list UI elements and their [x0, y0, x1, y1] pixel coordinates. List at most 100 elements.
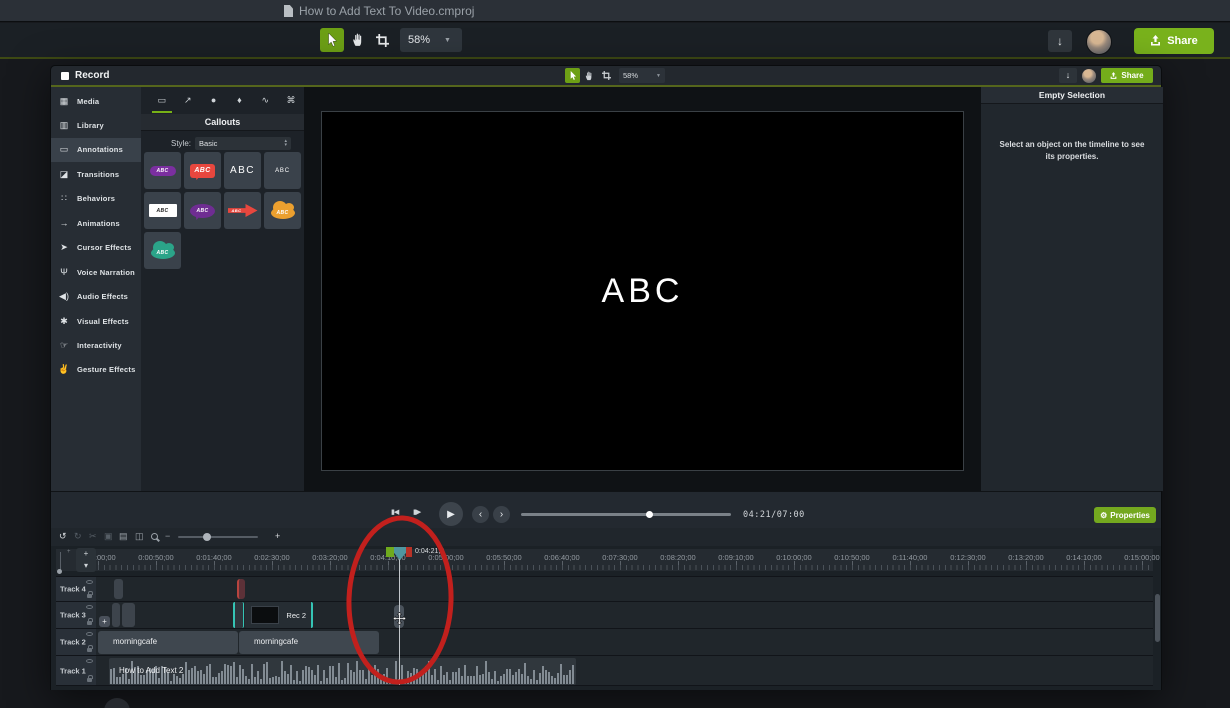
split-button[interactable]: ◫ — [135, 531, 144, 542]
inner-avatar[interactable] — [1082, 69, 1096, 83]
clip-morningcafe-1[interactable]: morningcafe — [98, 631, 238, 654]
sidebar-item-cursor-effects[interactable]: ➤Cursor Effects — [51, 236, 141, 260]
record-button[interactable]: Record — [61, 66, 109, 85]
callout-tile-cloud-orange[interactable]: ABC — [264, 192, 301, 229]
timeline: 0:00:00;000:00:50;000:01:40;000:02:30;00… — [51, 546, 1161, 690]
sidebar-item-voice-narration[interactable]: ΨVoice Narration — [51, 260, 141, 284]
avatar[interactable] — [1086, 29, 1112, 55]
callout-shape: ABC — [271, 207, 295, 219]
eye-icon[interactable] — [86, 659, 93, 663]
redo-button[interactable]: ↻ — [74, 531, 82, 542]
callout-tile-arrow-red[interactable]: ABC — [224, 192, 261, 229]
clip-small-red[interactable] — [237, 579, 245, 599]
tab-callouts[interactable]: ▭ — [149, 87, 175, 113]
style-dropdown[interactable]: Basic ▴▾ — [195, 137, 291, 150]
clip-rec2-head[interactable] — [233, 602, 244, 628]
next-clip-button[interactable]: › — [493, 506, 510, 523]
undo-button[interactable]: ↺ — [59, 531, 67, 542]
clip-add-badge[interactable]: + — [99, 616, 110, 627]
clip-morningcafe-2[interactable]: morningcafe — [239, 631, 379, 654]
canvas-text-element[interactable]: ABC — [602, 272, 684, 311]
sidebar-item-gesture-effects[interactable]: ✌Gesture Effects — [51, 358, 141, 382]
copy-button[interactable]: ▣ — [104, 531, 113, 542]
video-canvas[interactable]: ABC — [321, 111, 964, 471]
timeline-ruler[interactable]: 0:00:00;000:00:50;000:01:40;000:02:30;00… — [56, 549, 1153, 571]
lock-icon[interactable] — [87, 678, 92, 682]
sidebar-item-behaviors[interactable]: ∷Behaviors — [51, 187, 141, 211]
upload-icon — [1110, 72, 1117, 80]
sidebar-item-audio-effects[interactable]: ◀)Audio Effects — [51, 285, 141, 309]
gutter-plus-icon: + — [67, 549, 71, 555]
sidebar-item-interactivity[interactable]: ☞Interactivity — [51, 334, 141, 358]
eye-icon[interactable] — [86, 632, 93, 636]
callout-tile-cloud-teal[interactable]: ABC — [144, 232, 181, 269]
add-track-plus[interactable]: + — [76, 548, 96, 560]
track-height-handle[interactable] — [57, 569, 62, 574]
clip-small-1[interactable] — [114, 579, 123, 599]
previous-clip-button[interactable]: ‹ — [472, 506, 489, 523]
clip-narration-audio[interactable]: How to Add Text 2 — [109, 658, 576, 685]
sidebar-item-media[interactable]: ▦Media — [51, 89, 141, 113]
next-frame-button[interactable]: ▮▶ — [413, 508, 420, 516]
sidebar-item-label: Transitions — [77, 170, 119, 179]
playhead-in-handle[interactable] — [386, 547, 394, 557]
tab-sketch-motion[interactable]: ∿ — [252, 87, 278, 113]
callout-tile-rectangle-white[interactable]: ABC — [144, 192, 181, 229]
eye-icon[interactable] — [86, 605, 93, 609]
inner-share-button[interactable]: Share — [1101, 68, 1153, 83]
sidebar-item-annotations[interactable]: ▭Annotations — [51, 138, 141, 162]
inner-crop-tool-button[interactable] — [599, 68, 614, 83]
lock-icon[interactable] — [87, 594, 92, 598]
play-button[interactable]: ▶ — [439, 502, 463, 526]
callout-tile-rounded-purple[interactable]: ABC — [144, 152, 181, 189]
select-tool-button[interactable] — [320, 28, 344, 52]
scrubber-track[interactable] — [521, 513, 731, 516]
callout-tile-text-large[interactable]: ABC — [224, 152, 261, 189]
previous-frame-button[interactable]: ▮◀ — [391, 508, 398, 516]
clip-rec2[interactable]: Rec 2 — [245, 602, 313, 628]
lock-icon[interactable] — [87, 648, 92, 652]
lock-icon[interactable] — [87, 621, 92, 625]
tab-arrows-lines[interactable]: ↗ — [175, 87, 201, 113]
cut-button[interactable]: ✂ — [89, 531, 97, 542]
crop-tool-button[interactable] — [370, 28, 394, 52]
sidebar-item-transitions[interactable]: ◪Transitions — [51, 162, 141, 186]
callout-tile-bubble-purple[interactable]: ABC — [184, 192, 221, 229]
tab-keystroke[interactable]: ⌘ — [278, 87, 304, 113]
inner-pan-tool-button[interactable] — [582, 68, 597, 83]
tab-blur-highlight[interactable]: ♦ — [226, 87, 252, 113]
share-button[interactable]: Share — [1134, 28, 1214, 54]
clip-small-3[interactable] — [122, 603, 135, 627]
timeline-zoom-handle[interactable] — [203, 533, 211, 541]
playhead-out-handle[interactable] — [406, 547, 412, 557]
eye-icon[interactable] — [86, 580, 93, 584]
sidebar-item-animations[interactable]: →Animations — [51, 211, 141, 235]
timeline-zoom-out-button[interactable]: − — [165, 531, 170, 541]
callout-tile-text-small[interactable]: ABC — [264, 152, 301, 189]
timeline-scrollbar[interactable] — [1155, 594, 1160, 642]
window-titlebar: How to Add Text To Video.cmproj — [0, 0, 1230, 22]
callout-shape: ABC — [190, 164, 215, 178]
zoom-dropdown[interactable]: 58% ▼ — [400, 28, 462, 52]
add-track-button[interactable]: + ▾ — [76, 548, 96, 572]
stepper-arrows-icon: ▴▾ — [285, 139, 288, 147]
track-options-chevron[interactable]: ▾ — [76, 560, 96, 572]
sidebar-item-visual-effects[interactable]: ✱Visual Effects — [51, 309, 141, 333]
inner-zoom-dropdown[interactable]: 58% ▼ — [619, 68, 665, 83]
callout-tile-speech-red[interactable]: ABC — [184, 152, 221, 189]
tab-shapes[interactable]: ● — [201, 87, 227, 113]
timeline-zoom-slider[interactable] — [178, 536, 258, 538]
properties-button[interactable]: ⚙ Properties — [1094, 507, 1156, 523]
scrubber-handle[interactable] — [646, 511, 653, 518]
track-row-4: Track 4 — [56, 576, 1153, 601]
timeline-zoom-in-button[interactable]: + — [275, 531, 280, 541]
paste-button[interactable]: ▤ — [119, 531, 128, 542]
inner-select-tool-button[interactable] — [565, 68, 580, 83]
clip-small-2[interactable] — [112, 603, 120, 627]
sidebar-item-library[interactable]: ▥Library — [51, 113, 141, 137]
callouts-panel: ▭ ↗ ● ♦ ∿ ⌘ Callouts Style: Basic ▴▾ ABC — [141, 87, 304, 491]
pan-tool-button[interactable] — [346, 28, 370, 52]
export-download-button[interactable]: ↓ — [1048, 30, 1072, 52]
library-icon: ▥ — [51, 120, 77, 131]
inner-export-button[interactable]: ↓ — [1059, 68, 1077, 83]
